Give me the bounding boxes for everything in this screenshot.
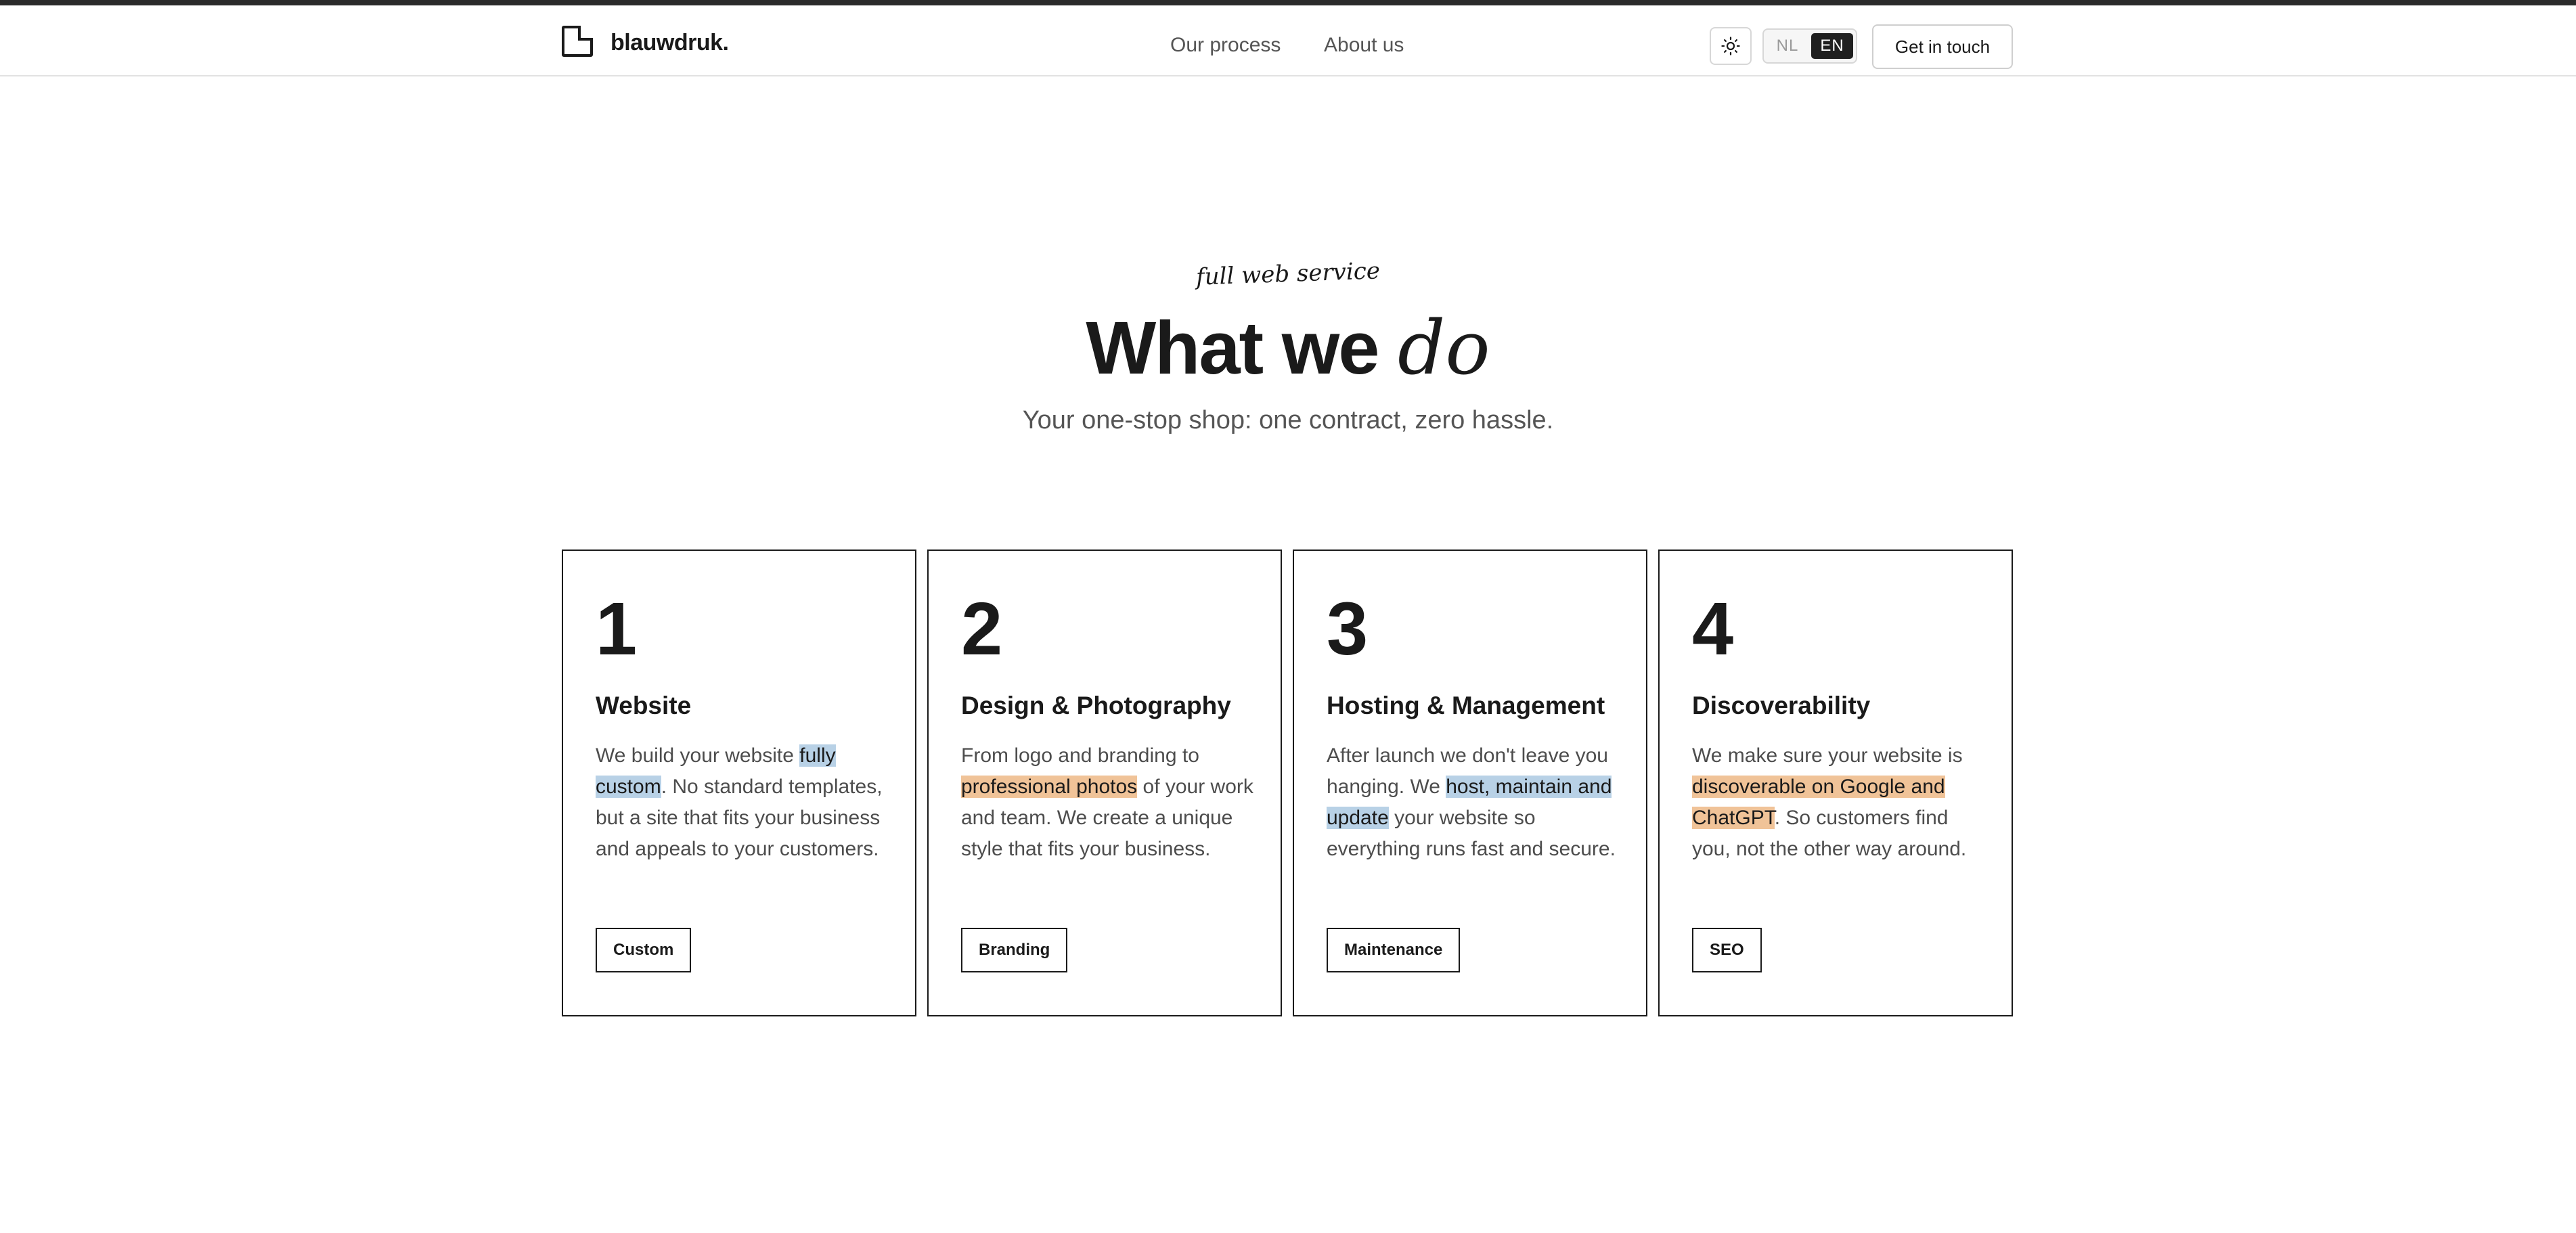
- card-description: From logo and branding to professional p…: [961, 744, 1253, 860]
- service-card-website: 1 Website We build your website fully cu…: [562, 550, 916, 1016]
- get-in-touch-button[interactable]: Get in touch: [1872, 24, 2013, 69]
- tag-seo: SEO: [1692, 928, 1762, 972]
- brand-name[interactable]: blauwdruk.: [610, 30, 729, 56]
- highlight: professional photos: [961, 776, 1138, 798]
- tag-custom: Custom: [596, 928, 692, 972]
- tag-branding: Branding: [961, 928, 1068, 972]
- card-number: 2: [961, 587, 1003, 671]
- title-italic: do: [1398, 305, 1490, 391]
- language-option-en[interactable]: EN: [1811, 33, 1853, 59]
- service-card-design-photography: 2 Design & Photography From logo and bra…: [927, 550, 1282, 1016]
- card-description: We build your website fully custom. No s…: [596, 744, 883, 860]
- service-card-discoverability: 4 Discoverability We make sure your webs…: [1658, 550, 2013, 1016]
- nav-link-about-us[interactable]: About us: [1324, 34, 1404, 57]
- tag-maintenance: Maintenance: [1327, 928, 1461, 972]
- card-title: Design & Photography: [961, 692, 1231, 719]
- card-number: 3: [1327, 587, 1369, 671]
- service-card-hosting-management: 3 Hosting & Management After launch we d…: [1293, 550, 1647, 1016]
- card-title: Discoverability: [1692, 692, 1871, 719]
- sun-icon: [1721, 37, 1740, 55]
- card-number: 4: [1692, 587, 1734, 671]
- hero-subtitle: Your one-stop shop: one contract, zero h…: [1022, 406, 1554, 434]
- card-title: Hosting & Management: [1327, 692, 1605, 719]
- language-switcher: NL EN: [1762, 28, 1857, 64]
- title-plain: What we: [1086, 307, 1379, 390]
- theme-toggle-button[interactable]: [1710, 27, 1752, 65]
- site-header: blauwdruk. Our process About us NL EN Ge…: [0, 5, 2576, 76]
- language-option-nl[interactable]: NL: [1767, 33, 1808, 59]
- page-title: What we do: [0, 305, 2576, 391]
- top-accent-bar: [0, 0, 2576, 5]
- card-title: Website: [596, 692, 692, 719]
- card-description: We make sure your website is discoverabl…: [1692, 744, 1967, 860]
- nav-link-our-process[interactable]: Our process: [1170, 34, 1281, 57]
- card-number: 1: [596, 587, 638, 671]
- card-description: After launch we don't leave you hanging.…: [1327, 744, 1616, 860]
- logo-icon[interactable]: [562, 26, 593, 57]
